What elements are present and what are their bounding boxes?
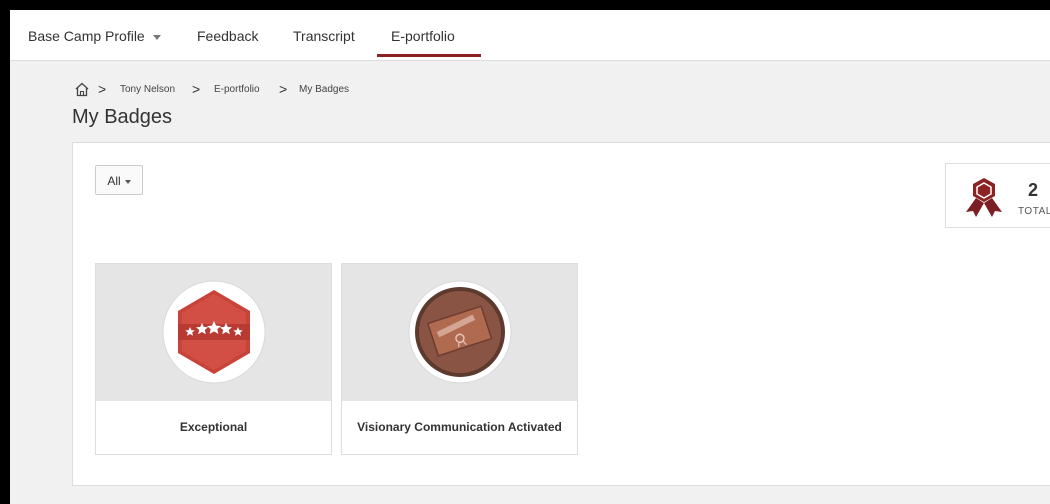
breadcrumb-item-tony-nelson[interactable]: Tony Nelson (120, 84, 175, 95)
badge-card-visionary-communication[interactable]: Visionary Communication Activated (341, 263, 578, 455)
nav-e-portfolio[interactable]: E-portfolio (391, 10, 455, 58)
nav-feedback[interactable]: Feedback (197, 10, 258, 58)
five-stars-hexagon-icon (162, 280, 266, 384)
filter-dropdown[interactable]: All (95, 165, 143, 195)
page-title: My Badges (72, 106, 173, 128)
total-badges-summary: 2 TOTAL (945, 163, 1050, 228)
home-icon[interactable] (74, 82, 90, 97)
award-ribbon-icon (966, 178, 1002, 217)
nav-base-camp-profile[interactable]: Base Camp Profile (28, 10, 161, 58)
breadcrumb-separator: > (279, 81, 288, 97)
breadcrumb-item-e-portfolio[interactable]: E-portfolio (214, 84, 260, 95)
chevron-down-icon (124, 179, 131, 184)
top-navigation: Base Camp Profile Feedback Transcript E-… (10, 10, 1050, 61)
badge-art (342, 264, 577, 401)
nav-label: Feedback (197, 28, 259, 44)
nav-label: Transcript (293, 28, 355, 44)
badge-name: Visionary Communication Activated (357, 420, 562, 434)
telescope-circle-icon (408, 280, 512, 384)
filter-selected-label: All (107, 174, 121, 188)
nav-transcript[interactable]: Transcript (293, 10, 355, 58)
badge-art (96, 264, 331, 401)
nav-label: Base Camp Profile (28, 28, 145, 44)
badge-card-exceptional[interactable]: Exceptional (95, 263, 332, 455)
active-tab-indicator (377, 54, 481, 57)
nav-label: E-portfolio (391, 28, 455, 44)
total-label: TOTAL (1018, 206, 1050, 217)
badge-name: Exceptional (179, 420, 248, 434)
breadcrumb-separator: > (98, 81, 107, 97)
total-count: 2 (1028, 180, 1039, 200)
breadcrumb-item-my-badges: My Badges (299, 84, 350, 95)
badges-panel: All 2 TOTAL Exceptional Visionary Commun… (72, 142, 1050, 486)
chevron-down-icon (152, 34, 161, 40)
app-window: Base Camp Profile Feedback Transcript E-… (10, 10, 1050, 504)
breadcrumb-separator: > (192, 81, 201, 97)
